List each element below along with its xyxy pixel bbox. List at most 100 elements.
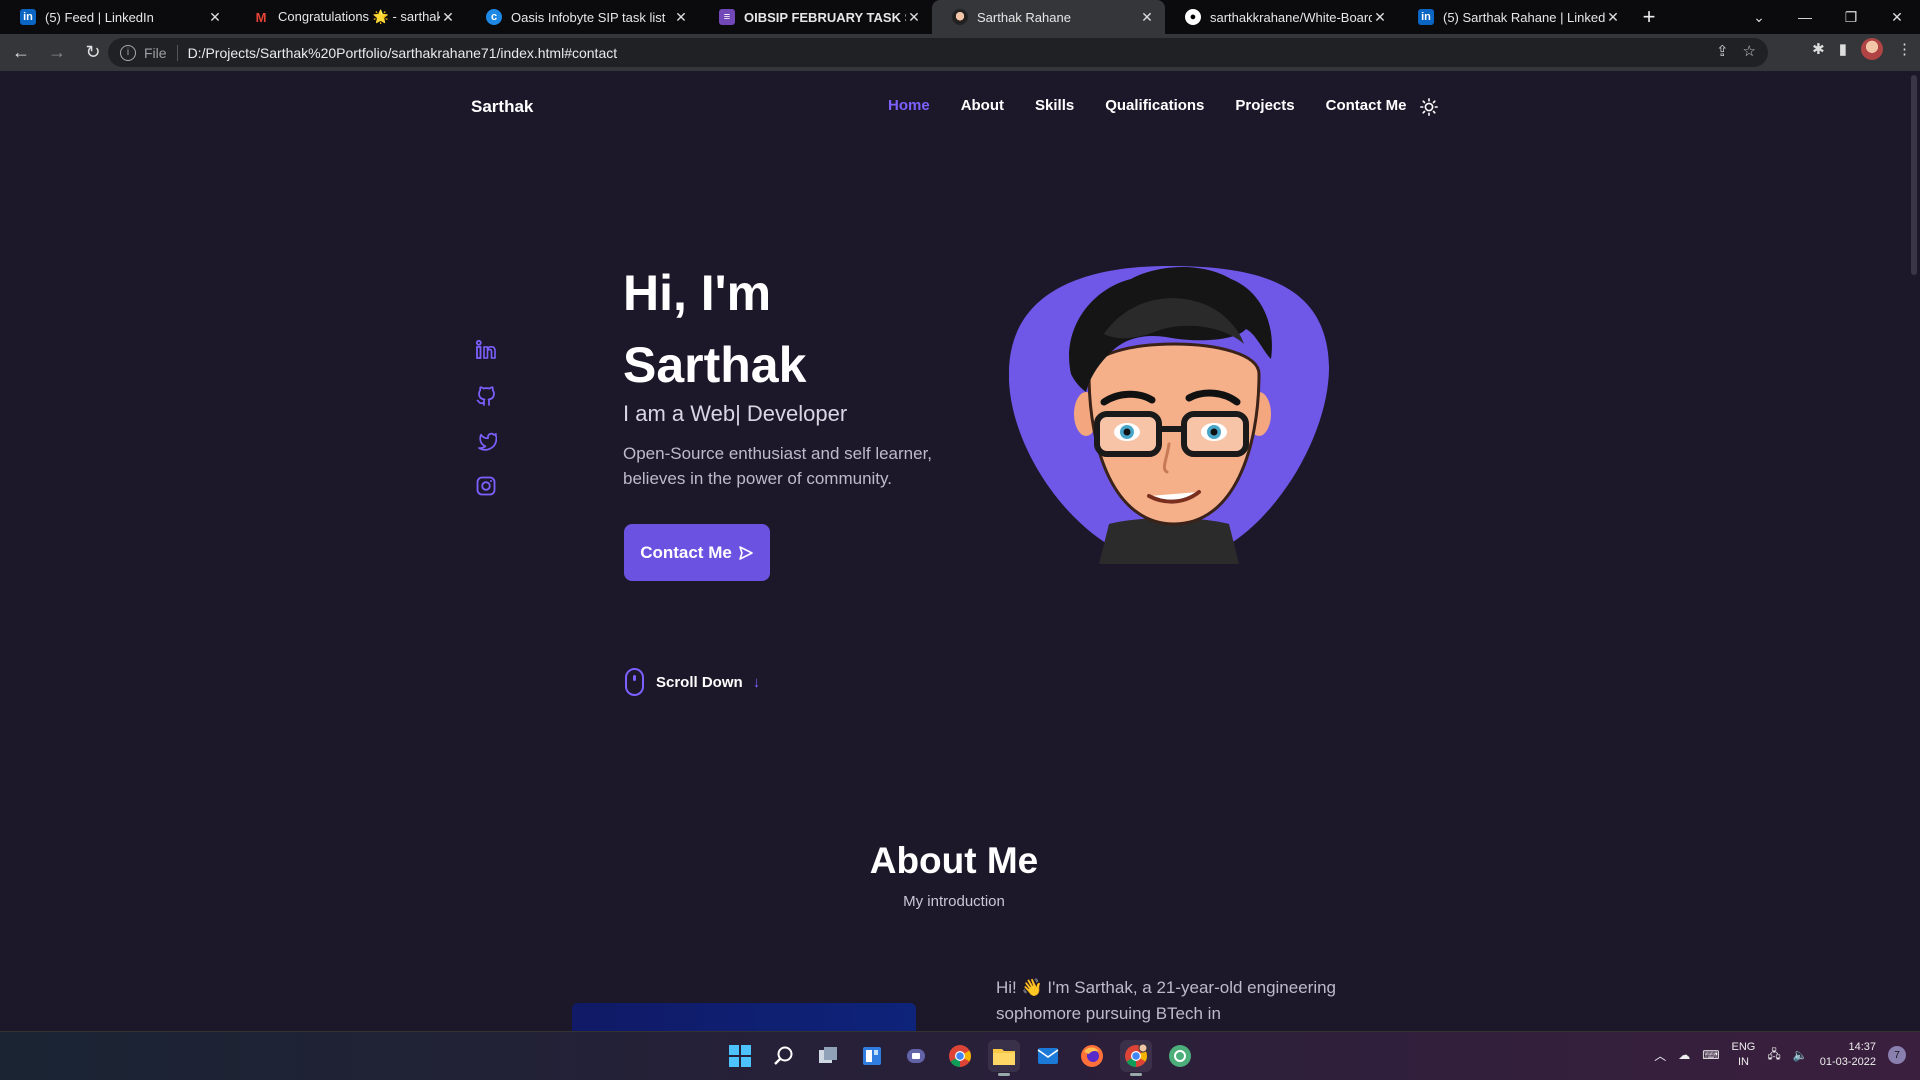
tab-linkedin-profile[interactable]: in (5) Sarthak Rahane | LinkedIn ✕ [1398, 0, 1631, 34]
tab-title: OIBSIP FEBRUARY TASK SUBM [744, 9, 906, 25]
about-text: Hi! 👋 I'm Sarthak, a 21-year-old enginee… [996, 978, 1337, 1023]
clock-date: 01-03-2022 [1819, 1056, 1876, 1068]
teams-chat-icon[interactable] [900, 1040, 932, 1072]
gmail-icon: M [255, 9, 267, 25]
hero-title: Hi, I'm Sarthak [623, 257, 806, 401]
task-view-icon[interactable] [812, 1040, 844, 1072]
tab-search-icon[interactable]: ⌄ [1736, 0, 1782, 34]
close-icon[interactable]: ✕ [440, 9, 456, 26]
forward-button[interactable]: → [42, 38, 72, 68]
bookmark-star-icon[interactable]: ☆ [1743, 42, 1756, 60]
contact-me-label: Contact Me [640, 542, 732, 562]
file-explorer-icon[interactable] [988, 1040, 1020, 1076]
arrow-down-icon: ↓ [752, 673, 761, 691]
reload-button[interactable]: ↻ [78, 38, 108, 68]
restore-button[interactable]: ❐ [1828, 0, 1874, 34]
nav-skills[interactable]: Skills [1035, 97, 1074, 114]
nav-contact-me[interactable]: Contact Me [1326, 97, 1407, 114]
avatar-icon [952, 9, 968, 25]
nav-projects[interactable]: Projects [1235, 97, 1294, 114]
tab-title: Oasis Infobyte SIP task list [511, 9, 666, 25]
nav-qualifications[interactable]: Qualifications [1105, 97, 1204, 114]
tab-github-whiteboard[interactable]: ● sarthakkrahane/White-Board ✕ [1165, 0, 1398, 34]
nav-home[interactable]: Home [888, 97, 930, 114]
minimize-button[interactable]: — [1782, 0, 1828, 34]
twitter-icon[interactable] [475, 430, 497, 452]
url-text[interactable]: D:/Projects/Sarthak%20Portfolio/sarthakr… [188, 45, 618, 61]
tab-title: sarthakkrahane/White-Board [1210, 9, 1372, 25]
scroll-down-link[interactable]: Scroll Down ↓ [625, 668, 760, 696]
side-panel-icon[interactable]: ▮ [1839, 40, 1847, 58]
chrome-profile-icon[interactable] [1120, 1040, 1152, 1076]
hero-description: Open-Source enthusiast and self learner,… [623, 444, 933, 488]
close-icon[interactable]: ✕ [673, 9, 689, 26]
clock[interactable]: 14:37 01-03-2022 [1820, 1040, 1876, 1070]
github-icon[interactable] [475, 384, 497, 406]
nav-about[interactable]: About [961, 97, 1004, 114]
language-code: ENG [1731, 1041, 1756, 1053]
close-icon[interactable]: ✕ [1139, 9, 1155, 26]
keyboard-icon[interactable]: ⌨ [1702, 1048, 1719, 1062]
forms-icon: ≡ [719, 9, 735, 25]
mail-icon[interactable] [1032, 1040, 1064, 1072]
tab-sarthak-rahane[interactable]: Sarthak Rahane ✕ [932, 0, 1165, 34]
scrollbar-thumb[interactable] [1911, 75, 1917, 275]
send-icon [739, 545, 753, 560]
chrome-icon[interactable] [944, 1040, 976, 1072]
close-icon[interactable]: ✕ [1372, 9, 1388, 26]
windows-taskbar: ︿ ☁ ⌨ ENG IN 🖧 🔈 14:37 01-03-2022 7 [0, 1031, 1920, 1080]
new-tab-button[interactable]: + [1631, 0, 1667, 34]
chevron-up-icon[interactable]: ︿ [1654, 1047, 1666, 1064]
linkedin-icon[interactable] [475, 339, 497, 361]
onedrive-cloud-icon[interactable]: ☁ [1678, 1048, 1690, 1062]
clock-time: 14:37 [1848, 1041, 1876, 1053]
network-icon[interactable]: 🖧 [1767, 1045, 1780, 1066]
chatgpt-app-icon[interactable] [1164, 1040, 1196, 1072]
volume-icon[interactable]: 🔈 [1793, 1048, 1808, 1062]
about-image [572, 1003, 916, 1031]
back-button[interactable]: ← [6, 38, 36, 68]
tab-oasis-task-list[interactable]: c Oasis Infobyte SIP task list ✕ [466, 0, 699, 34]
tab-linkedin-feed[interactable]: in (5) Feed | LinkedIn ✕ [0, 0, 233, 34]
contact-me-button[interactable]: Contact Me [624, 524, 770, 581]
close-icon[interactable]: ✕ [906, 9, 922, 26]
instagram-icon[interactable] [475, 475, 497, 497]
tab-oibsip-form[interactable]: ≡ OIBSIP FEBRUARY TASK SUBM ✕ [699, 0, 932, 34]
hero-avatar-image [1009, 266, 1329, 564]
browser-toolbar: ← → ↻ i File D:/Projects/Sarthak%20Portf… [0, 34, 1920, 71]
browser-tools: ✱ ▮ ⋮ [1812, 38, 1912, 60]
widgets-icon[interactable] [856, 1040, 888, 1072]
github-icon: ● [1185, 9, 1201, 25]
firefox-icon[interactable] [1076, 1040, 1108, 1072]
page-scrollbar[interactable] [1908, 71, 1920, 1031]
notifications-badge[interactable]: 7 [1888, 1046, 1906, 1064]
search-icon[interactable] [768, 1040, 800, 1072]
system-tray: ︿ ☁ ⌨ ENG IN 🖧 🔈 14:37 01-03-2022 7 [1654, 1040, 1906, 1070]
oasis-icon: c [486, 9, 502, 25]
profile-avatar[interactable] [1861, 38, 1883, 60]
language-region: IN [1737, 1056, 1749, 1068]
start-icon[interactable] [724, 1040, 756, 1072]
close-icon[interactable]: ✕ [207, 9, 223, 26]
close-icon[interactable]: ✕ [1605, 9, 1621, 26]
theme-toggle-sun-icon[interactable] [1420, 98, 1438, 116]
menu-icon[interactable]: ⋮ [1897, 40, 1912, 58]
info-icon[interactable]: i [120, 44, 136, 61]
portfolio-page: Sarthak Home About Skills Qualifications… [0, 71, 1908, 1031]
hero-title-line-2: Sarthak [623, 337, 807, 393]
hero-subtitle: I am a Web| Developer [623, 401, 848, 426]
scroll-down-label: Scroll Down [656, 673, 743, 691]
taskbar-apps [724, 1040, 1196, 1076]
tab-title: Congratulations 🌟 - sarthakkra [278, 9, 440, 24]
linkedin-icon: in [20, 9, 36, 25]
language-indicator[interactable]: ENG IN [1732, 1040, 1756, 1070]
url-scheme: File [144, 44, 178, 61]
close-window-button[interactable]: ✕ [1874, 0, 1920, 34]
address-bar[interactable]: i File D:/Projects/Sarthak%20Portfolio/s… [108, 38, 1768, 67]
tab-title: (5) Feed | LinkedIn [45, 9, 154, 25]
browser-tab-bar: in (5) Feed | LinkedIn ✕ M Congratulatio… [0, 0, 1920, 34]
tab-gmail[interactable]: M Congratulations 🌟 - sarthakkra ✕ [233, 0, 466, 34]
site-brand[interactable]: Sarthak [471, 97, 533, 117]
share-icon[interactable]: ⇪ [1716, 42, 1729, 60]
extensions-icon[interactable]: ✱ [1812, 40, 1825, 58]
